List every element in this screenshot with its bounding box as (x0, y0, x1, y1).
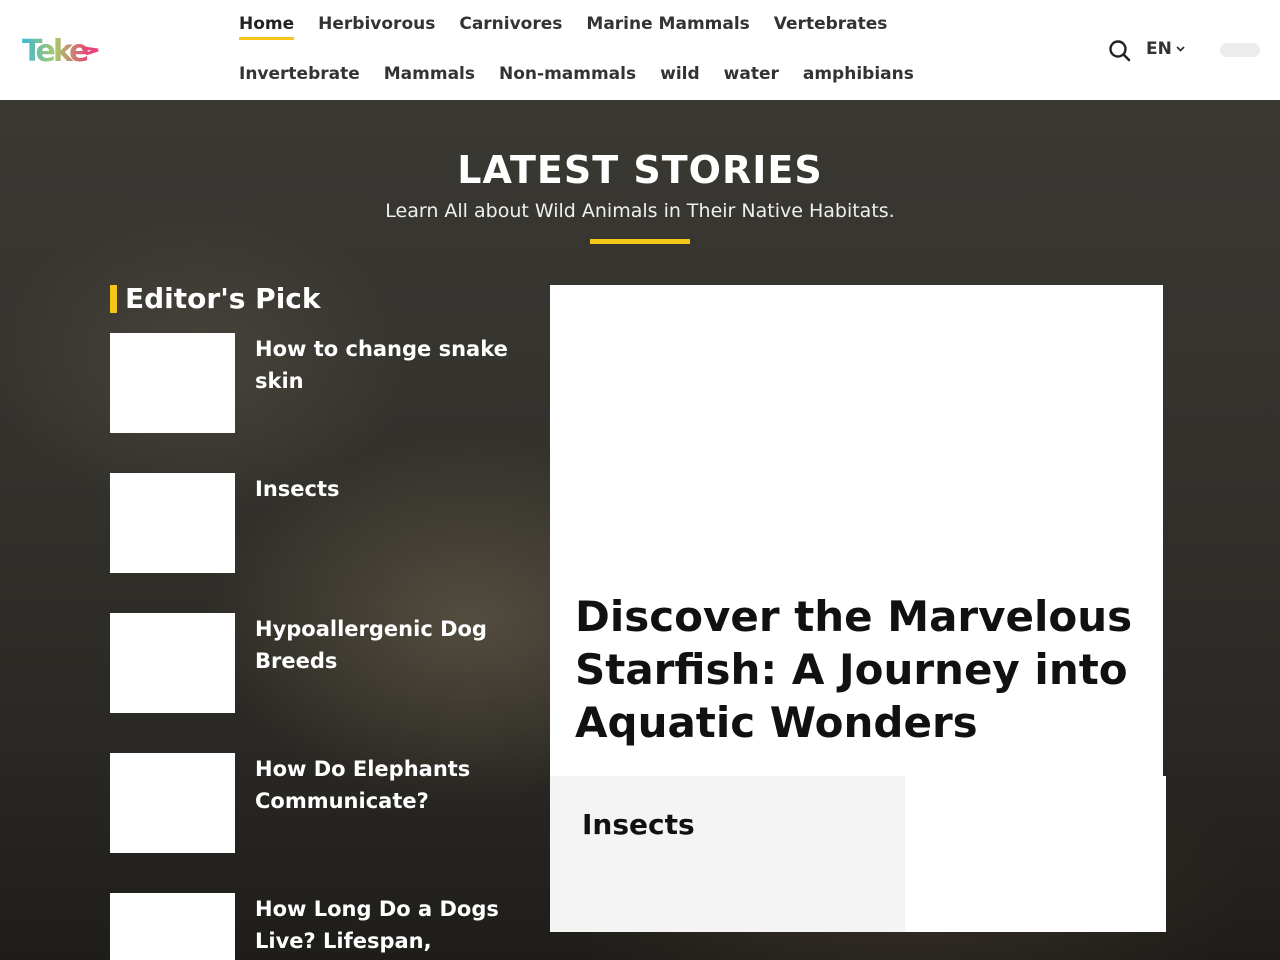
nav-amphibians[interactable]: amphibians (803, 64, 914, 87)
secondary-story-card[interactable]: Insects (550, 776, 905, 932)
hero-section: LATEST STORIES Learn All about Wild Anim… (0, 100, 1280, 960)
nav-non-mammals[interactable]: Non-mammals (499, 64, 636, 87)
site-logo[interactable]: Teke (22, 30, 102, 70)
nav-wild[interactable]: wild (660, 64, 700, 87)
featured-story-card[interactable]: Discover the Marvelous Starfish: A Journ… (550, 285, 1163, 776)
logo-text: Teke (22, 34, 88, 69)
nav-herbivorous[interactable]: Herbivorous (318, 14, 435, 40)
pick-item-dog-lifespan[interactable]: How Long Do a Dogs Live? Lifespan, (110, 893, 520, 960)
pick-title[interactable]: Insects (255, 473, 520, 505)
theme-toggle[interactable] (1220, 43, 1260, 57)
pick-title[interactable]: Hypoallergenic Dog Breeds (255, 613, 520, 677)
pick-thumbnail[interactable] (110, 893, 235, 960)
hero-title: LATEST STORIES (457, 148, 823, 192)
pick-item-snake-skin[interactable]: How to change snake skin (110, 333, 520, 433)
pick-item-elephants[interactable]: How Do Elephants Communicate? (110, 753, 520, 853)
chevron-down-icon (1176, 46, 1185, 52)
language-label: EN (1146, 39, 1172, 59)
secondary-nav: Invertebrate Mammals Non-mammals wild wa… (239, 64, 914, 87)
language-selector[interactable]: EN (1146, 38, 1185, 60)
pick-title[interactable]: How Do Elephants Communicate? (255, 753, 520, 817)
pick-item-insects[interactable]: Insects (110, 473, 520, 573)
pick-thumbnail[interactable] (110, 333, 235, 433)
pick-thumbnail[interactable] (110, 753, 235, 853)
pick-thumbnail[interactable] (110, 473, 235, 573)
pick-item-dog-breeds[interactable]: Hypoallergenic Dog Breeds (110, 613, 520, 713)
nav-mammals[interactable]: Mammals (384, 64, 475, 87)
search-icon[interactable] (1108, 39, 1132, 63)
secondary-story-title[interactable]: Insects (582, 808, 695, 841)
title-underline (590, 239, 690, 244)
primary-nav: Home Herbivorous Carnivores Marine Mamma… (239, 14, 887, 40)
hero-subtitle: Learn All about Wild Animals in Their Na… (385, 200, 895, 222)
secondary-story-image[interactable] (905, 776, 1166, 932)
nav-vertebrates[interactable]: Vertebrates (774, 14, 888, 40)
nav-carnivores[interactable]: Carnivores (459, 14, 562, 40)
editors-pick-heading: Editor's Pick (110, 285, 321, 313)
nav-home[interactable]: Home (239, 14, 295, 40)
pick-title[interactable]: How to change snake skin (255, 333, 520, 397)
pick-thumbnail[interactable] (110, 613, 235, 713)
pick-title[interactable]: How Long Do a Dogs Live? Lifespan, (255, 893, 520, 957)
featured-story-title[interactable]: Discover the Marvelous Starfish: A Journ… (575, 590, 1145, 749)
site-header: Teke Home Herbivorous Carnivores Marine … (0, 0, 1280, 100)
nav-marine-mammals[interactable]: Marine Mammals (586, 14, 749, 40)
nav-invertebrate[interactable]: Invertebrate (239, 64, 360, 87)
nav-water[interactable]: water (724, 64, 779, 87)
